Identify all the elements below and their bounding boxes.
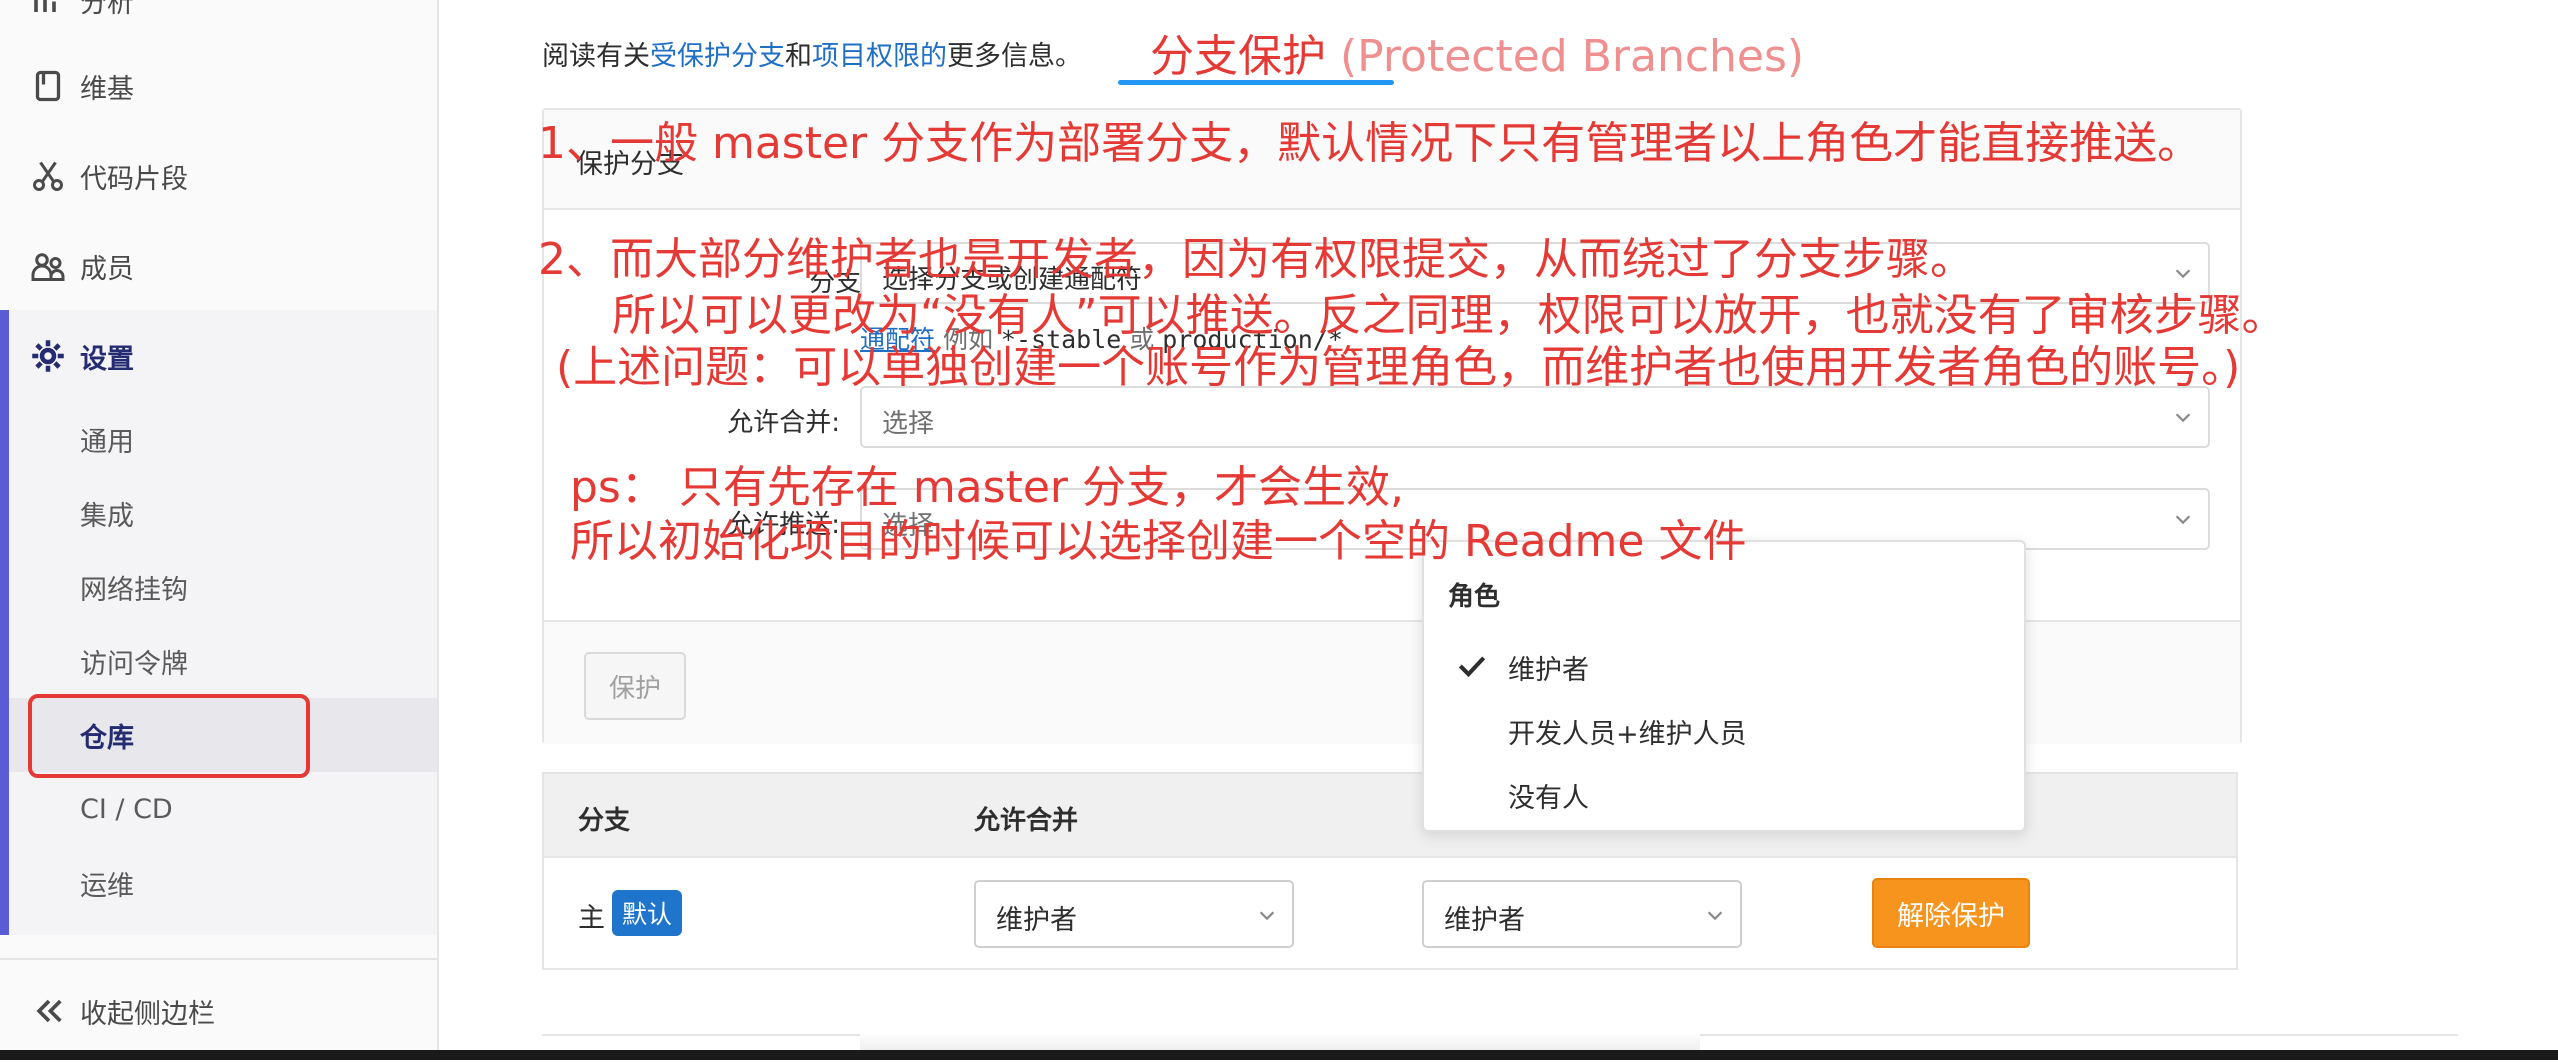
- sidebar-item-general[interactable]: 通用: [9, 402, 437, 476]
- option-label: 维护者: [1508, 655, 1589, 686]
- sidebar-item-label: 访问令牌: [80, 648, 188, 680]
- annotation-title-cn: 分支保护: [1150, 31, 1340, 82]
- sidebar-item-label: 设置: [80, 343, 134, 375]
- role-dropdown: 角色 维护者 开发人员+维护人员 没有人: [1422, 540, 2026, 832]
- intro-text: 阅读有关受保护分支和项目权限的更多信息。: [542, 34, 1082, 73]
- annotation-note-1: 1、一般 master 分支作为部署分支，默认情况下只有管理者以上角色才能直接推…: [538, 118, 2202, 169]
- sidebar-item-label: CI / CD: [80, 793, 173, 825]
- chevron-down-icon: [2175, 413, 2191, 423]
- project-permissions-link[interactable]: 项目权限的: [812, 41, 947, 72]
- sidebar-item-members[interactable]: 成员: [0, 224, 437, 308]
- book-icon: [35, 70, 61, 102]
- sidebar-item-operations[interactable]: 运维: [9, 846, 437, 920]
- sidebar-item-label: 成员: [80, 253, 134, 285]
- annotation-title-en: (Protected Branches): [1340, 31, 1805, 82]
- sidebar-item-label: 运维: [80, 870, 134, 902]
- sidebar-item-label: 维基: [80, 73, 134, 105]
- sidebar: 分析 维基 代码片段 成员 设置 通用 集成 网络挂钩 访问令牌 仓库 CI /…: [0, 0, 439, 1060]
- gear-icon: [32, 340, 64, 372]
- role-option-maintainer[interactable]: 维护者: [1424, 634, 2024, 696]
- highlight-box: [28, 694, 310, 778]
- sidebar-item-integrations[interactable]: 集成: [9, 476, 437, 550]
- allowed-merge-select[interactable]: 选择: [860, 386, 2210, 448]
- scissors-icon: [33, 161, 63, 191]
- active-indicator: [0, 310, 9, 935]
- column-header-branch: 分支: [578, 806, 631, 836]
- chevron-down-icon: [1707, 911, 1723, 921]
- dropdown-header: 角色: [1448, 582, 1501, 612]
- row-push-select[interactable]: 维护者: [1422, 880, 1742, 948]
- row-merge-value: 维护者: [996, 905, 1077, 936]
- check-icon: [1458, 656, 1486, 678]
- merge-select-placeholder: 选择: [882, 409, 935, 439]
- sidebar-item-label: 集成: [80, 500, 134, 532]
- option-label: 开发人员+维护人员: [1508, 719, 1747, 750]
- chevron-down-icon: [2175, 515, 2191, 525]
- sidebar-item-label: 分析: [80, 0, 134, 19]
- intro-suffix: 更多信息。: [947, 41, 1082, 72]
- sidebar-item-webhooks[interactable]: 网络挂钩: [9, 550, 437, 624]
- users-icon: [31, 253, 65, 281]
- annotation-note-3: 所以可以更改为“没有人”可以推送。反之同理，权限可以放开，也就没有了审核步骤。: [612, 290, 2286, 341]
- collapse-sidebar-button[interactable]: 收起侧边栏: [0, 958, 437, 1062]
- branch-name: 主: [578, 903, 605, 934]
- chart-icon: [34, 0, 56, 12]
- row-push-value: 维护者: [1444, 905, 1525, 936]
- annotation-note-4: (上述问题：可以单独创建一个账号作为管理角色，而维护者也使用开发者角色的账号。): [556, 342, 2241, 393]
- sidebar-item-access-tokens[interactable]: 访问令牌: [9, 624, 437, 698]
- collapse-label: 收起侧边栏: [80, 998, 215, 1030]
- default-badge: 默认: [612, 890, 682, 936]
- role-option-no-one[interactable]: 没有人: [1424, 762, 2024, 824]
- sidebar-item-analytics[interactable]: 分析: [0, 0, 437, 42]
- sidebar-item-snippets[interactable]: 代码片段: [0, 134, 437, 218]
- chevron-down-icon: [2175, 269, 2191, 279]
- intro-mid: 和: [785, 41, 812, 72]
- sidebar-item-settings[interactable]: 设置: [0, 314, 437, 398]
- annotation-note-2: 2、而大部分维护者也是开发者，因为有权限提交，从而绕过了分支步骤。: [538, 234, 1974, 285]
- annotation-note-6: 所以初始化项目的时候可以选择创建一个空的 Readme 文件: [570, 516, 1747, 567]
- allowed-merge-label: 允许合并:: [727, 408, 840, 438]
- annotation-underline: [1118, 80, 1394, 85]
- intro-prefix: 阅读有关: [542, 41, 650, 72]
- protected-branches-link[interactable]: 受保护分支: [650, 41, 785, 72]
- double-chevron-left-icon: [36, 999, 62, 1023]
- sidebar-item-label: 通用: [80, 426, 134, 458]
- bottom-edge: [0, 1050, 2558, 1060]
- annotation-title: 分支保护 (Protected Branches): [1150, 20, 1804, 84]
- row-merge-select[interactable]: 维护者: [974, 880, 1294, 948]
- role-option-developers-maintainers[interactable]: 开发人员+维护人员: [1424, 698, 2024, 760]
- sidebar-item-ci-cd[interactable]: CI / CD: [9, 772, 437, 846]
- annotation-note-5: ps： 只有先存在 master 分支，才会生效,: [570, 462, 1404, 513]
- column-header-merge: 允许合并: [974, 806, 1079, 836]
- sidebar-item-label: 网络挂钩: [80, 574, 188, 606]
- option-label: 没有人: [1508, 783, 1589, 814]
- unprotect-button[interactable]: 解除保护: [1872, 878, 2030, 948]
- sidebar-item-label: 代码片段: [80, 163, 188, 195]
- protect-button[interactable]: 保护: [584, 652, 686, 720]
- chevron-down-icon: [1259, 911, 1275, 921]
- sidebar-item-wiki[interactable]: 维基: [0, 44, 437, 128]
